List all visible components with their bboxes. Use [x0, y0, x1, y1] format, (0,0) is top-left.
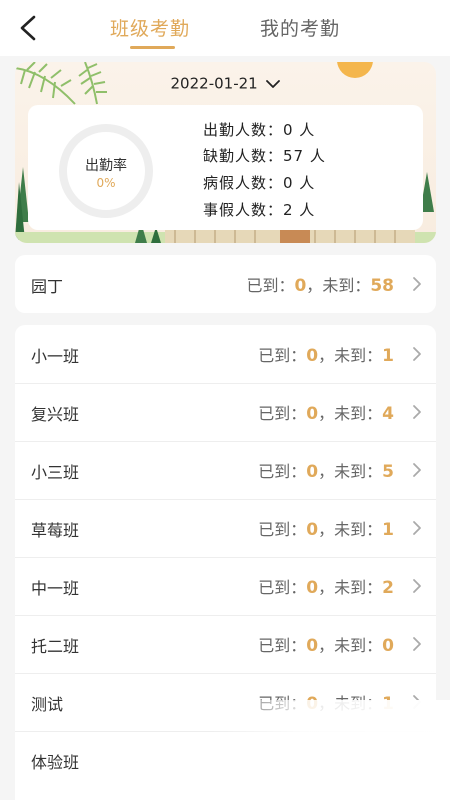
arrived-value: 0 — [306, 346, 319, 366]
row-name: 小一班 — [31, 347, 80, 366]
row-counts: 已到：0，未到：5 — [258, 458, 394, 482]
absent-label: 未到： — [334, 694, 383, 713]
chevron-down-icon — [266, 79, 281, 88]
back-button[interactable] — [14, 14, 42, 42]
row-name: 测试 — [31, 695, 64, 714]
arrived-label: 已到： — [258, 636, 307, 655]
arrived-value: 0 — [306, 520, 319, 540]
separator: ， — [318, 404, 335, 423]
class-row[interactable]: 小一班 已到：0，未到：1 — [15, 325, 436, 383]
arrived-label: 已到： — [258, 346, 307, 365]
arrived-label: 已到： — [258, 462, 307, 481]
sick-leave-count: 病假人数：0 人 — [203, 174, 316, 192]
absent-value: 5 — [382, 462, 394, 482]
separator: ， — [318, 694, 335, 713]
row-name: 小三班 — [31, 463, 80, 482]
arrived-value: 0 — [294, 276, 307, 296]
tab-my-attendance[interactable]: 我的考勤 — [260, 14, 340, 41]
arrived-value: 0 — [306, 694, 319, 714]
row-name: 托二班 — [31, 637, 80, 656]
row-counts: 已到：0，未到：4 — [258, 400, 394, 424]
attendance-rate-label: 出勤率 — [85, 158, 127, 174]
class-row[interactable]: 复兴班 已到：0，未到：4 — [15, 383, 436, 441]
separator: ， — [318, 636, 335, 655]
row-counts: 已到：0，未到：58 — [246, 272, 394, 296]
class-row[interactable]: 小三班 已到：0，未到：5 — [15, 441, 436, 499]
attendance-summary-card: 2022-01-21 出勤率 0% 出勤人数：0 人 缺勤人数：57 人 病假人… — [15, 62, 436, 243]
absent-label: 未到： — [334, 404, 383, 423]
absent-value: 0 — [382, 636, 394, 656]
arrived-label: 已到： — [258, 404, 307, 423]
chevron-right-icon — [413, 637, 421, 651]
absent-label: 未到： — [334, 462, 383, 481]
arrived-value: 0 — [306, 636, 319, 656]
separator: ， — [306, 276, 323, 295]
row-counts: 已到：0，未到：0 — [258, 632, 394, 656]
row-counts: 已到：0，未到：1 — [258, 516, 394, 540]
absent-value: 1 — [382, 694, 394, 714]
class-row[interactable]: 体验班 — [15, 731, 436, 789]
row-name: 草莓班 — [31, 521, 80, 540]
chevron-right-icon — [413, 405, 421, 419]
absent-label: 未到： — [334, 346, 383, 365]
row-counts: 已到：0，未到：1 — [258, 342, 394, 366]
absent-label: 未到： — [334, 636, 383, 655]
personal-leave-count: 事假人数：2 人 — [203, 201, 316, 219]
active-tab-indicator — [130, 46, 175, 49]
absent-value: 4 — [382, 404, 394, 424]
chevron-left-icon — [20, 15, 36, 41]
arrived-label: 已到： — [258, 694, 307, 713]
separator: ， — [318, 462, 335, 481]
absent-label: 未到： — [322, 276, 371, 295]
separator: ， — [318, 520, 335, 539]
date-picker[interactable]: 2022-01-21 — [15, 74, 436, 93]
stats-panel: 出勤率 0% 出勤人数：0 人 缺勤人数：57 人 病假人数：0 人 事假人数：… — [28, 105, 423, 230]
arrived-value: 0 — [306, 578, 319, 598]
absent-value: 1 — [382, 520, 394, 540]
tab-class-attendance[interactable]: 班级考勤 — [110, 14, 190, 41]
class-row[interactable]: 测试 已到：0，未到：1 — [15, 673, 436, 731]
class-row[interactable]: 托二班 已到：0，未到：0 — [15, 615, 436, 673]
separator: ， — [318, 346, 335, 365]
row-counts: 已到：0，未到：1 — [258, 690, 394, 714]
class-row[interactable]: 中一班 已到：0，未到：2 — [15, 557, 436, 615]
present-count: 出勤人数：0 人 — [203, 121, 316, 139]
class-row[interactable]: 草莓班 已到：0，未到：1 — [15, 499, 436, 557]
gardener-card: 园丁 已到：0，未到：58 — [15, 255, 436, 313]
gardener-row[interactable]: 园丁 已到：0，未到：58 — [15, 255, 436, 313]
selected-date: 2022-01-21 — [170, 74, 258, 93]
row-name: 复兴班 — [31, 405, 80, 424]
chevron-right-icon — [413, 277, 421, 291]
chevron-right-icon — [413, 579, 421, 593]
absent-value: 1 — [382, 346, 394, 366]
absent-value: 58 — [370, 276, 394, 296]
top-nav-bar: 班级考勤 我的考勤 — [0, 0, 450, 56]
row-name: 中一班 — [31, 579, 80, 598]
row-counts: 已到：0，未到：2 — [258, 574, 394, 598]
chevron-right-icon — [413, 463, 421, 477]
row-name: 园丁 — [31, 277, 64, 296]
class-list: 小一班 已到：0，未到：1 复兴班 已到：0，未到：4 小三班 已到：0，未到：5 草莓班已… — [15, 325, 436, 800]
arrived-value: 0 — [306, 404, 319, 424]
arrived-label: 已到： — [258, 520, 307, 539]
chevron-right-icon — [413, 347, 421, 361]
attendance-rate-value: 0% — [96, 176, 116, 190]
absent-label: 未到： — [334, 578, 383, 597]
absent-count: 缺勤人数：57 人 — [203, 147, 326, 165]
arrived-label: 已到： — [258, 578, 307, 597]
absent-value: 2 — [382, 578, 394, 598]
chevron-right-icon — [413, 521, 421, 535]
row-name: 体验班 — [31, 753, 80, 772]
chevron-right-icon — [413, 695, 421, 709]
separator: ， — [318, 578, 335, 597]
arrived-value: 0 — [306, 462, 319, 482]
absent-label: 未到： — [334, 520, 383, 539]
arrived-label: 已到： — [246, 276, 295, 295]
